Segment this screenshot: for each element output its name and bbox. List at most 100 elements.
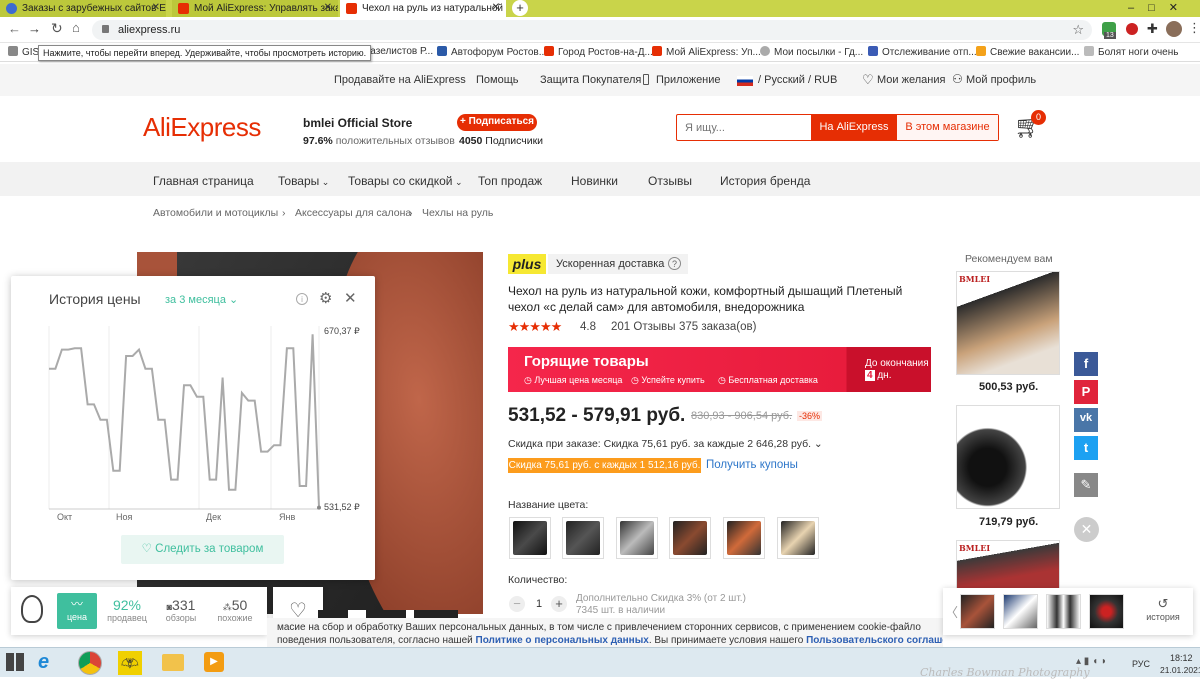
close-icon[interactable]: ✕	[344, 289, 357, 307]
tab-discounts[interactable]: Товары со скидкой ⌄	[348, 174, 463, 188]
ie-icon[interactable]: e	[38, 651, 49, 674]
pinterest-share-icon[interactable]: P	[1074, 380, 1098, 404]
window-controls[interactable]: –□✕	[1128, 1, 1192, 14]
twitter-share-icon[interactable]: t	[1074, 436, 1098, 460]
recommended-item-image[interactable]: BMLEI	[956, 271, 1060, 375]
color-swatch[interactable]	[616, 517, 658, 559]
terms-link[interactable]: Пользовательского соглашения	[806, 635, 943, 646]
tray-icons[interactable]: ▴ ▮ ◖ ◗	[1076, 656, 1107, 667]
forward-icon[interactable]: →	[28, 21, 41, 36]
order-discount[interactable]: Скидка при заказе: Скидка 75,61 руб. за …	[508, 438, 823, 450]
quantity-value[interactable]: 1	[536, 598, 542, 610]
chrome-icon[interactable]	[78, 651, 102, 675]
color-swatch[interactable]	[669, 517, 711, 559]
browser-tab-my-aliexpress[interactable]: Мой AliExpress: Управлять зака ✕	[172, 0, 338, 17]
bookmark-item[interactable]: Мои посылки - Гд...	[760, 46, 863, 58]
vk-share-icon[interactable]: vk	[1074, 408, 1098, 432]
menu-dots-icon[interactable]: ⋮	[1188, 20, 1200, 36]
recommended-item-image[interactable]	[956, 405, 1060, 509]
language-indicator[interactable]: РУС	[1132, 659, 1150, 669]
extensions-puzzle-icon[interactable]: ✚	[1147, 21, 1158, 37]
color-swatch[interactable]	[723, 517, 765, 559]
start-windows-icon[interactable]	[6, 653, 24, 671]
tab-top-sales[interactable]: Топ продаж	[478, 174, 542, 188]
privacy-policy-link[interactable]: Политике о персональных данных	[476, 635, 649, 646]
sell-link[interactable]: Продавайте на AliExpress	[334, 74, 466, 86]
tab-new[interactable]: Новинки	[571, 174, 618, 188]
close-tab-icon[interactable]: ✕	[152, 2, 160, 13]
bookmark-item[interactable]: Автофорум Ростов...	[437, 46, 547, 58]
bookmark-item[interactable]: Мой AliExpress: Уп...	[652, 46, 761, 58]
extension-icon[interactable]	[1126, 23, 1138, 35]
period-selector[interactable]: за 3 месяца ⌄	[165, 293, 238, 306]
aliexpress-logo[interactable]: AliExpress	[143, 112, 261, 143]
hot-feature: ◷ Бесплатная доставка	[718, 375, 818, 385]
clock-date[interactable]: 21.01.2021	[1160, 665, 1200, 675]
bookmark-item[interactable]: Свежие вакансии...	[976, 46, 1079, 58]
bookmark-item[interactable]: Город Ростов-на-Д...	[544, 46, 653, 58]
search-aliexpress-button[interactable]: На AliExpress	[811, 115, 897, 140]
color-swatch[interactable]	[777, 517, 819, 559]
gear-icon[interactable]: ⚙	[319, 289, 332, 307]
recommended-item-image[interactable]: BMLEI	[956, 540, 1060, 590]
bookmark-item[interactable]: Болят ноги очень	[1084, 46, 1178, 58]
help-link[interactable]: Помощь	[476, 74, 519, 86]
clock-time[interactable]: 18:12	[1170, 653, 1193, 663]
chevron-left-icon[interactable]: 〈	[945, 602, 958, 621]
bookmark-item[interactable]: Отслеживание отп...	[868, 46, 977, 58]
price-tab[interactable]: 〰 цена	[57, 593, 97, 629]
lightbulb-icon[interactable]	[21, 595, 43, 623]
batman-icon[interactable]: 🦇︎	[118, 651, 142, 675]
quantity-decrease-button[interactable]: −	[509, 596, 525, 612]
new-tab-button[interactable]: +	[512, 0, 528, 16]
seller-stat[interactable]: 92% продавец	[105, 597, 149, 623]
follow-button[interactable]: ♡ Следить за товаром	[121, 535, 284, 564]
history-button[interactable]: ↺ история	[1139, 596, 1187, 622]
breadcrumb-item[interactable]: Аксессуары для салона	[295, 207, 411, 219]
folder-icon[interactable]	[162, 654, 184, 671]
history-item[interactable]	[1046, 594, 1081, 629]
profile-link[interactable]: Мой профиль	[966, 74, 1036, 86]
wishlist-link[interactable]: Мои желания	[877, 74, 945, 86]
store-name[interactable]: bmlei Official Store	[303, 116, 412, 130]
history-item[interactable]	[1003, 594, 1038, 629]
quantity-increase-button[interactable]: +	[551, 596, 567, 612]
info-icon[interactable]: i	[296, 293, 308, 305]
back-icon[interactable]: ←	[8, 21, 21, 36]
reviews-count[interactable]: 201 Отзывы	[611, 321, 676, 333]
edit-share-icon[interactable]: ✎	[1074, 473, 1098, 497]
help-icon[interactable]: ?	[668, 257, 681, 270]
close-tab-icon[interactable]: ✕	[492, 2, 500, 13]
reviews-stat[interactable]: ◙331 обзоры	[157, 597, 205, 623]
media-player-icon[interactable]: ▶	[204, 652, 224, 672]
breadcrumb-item[interactable]: Автомобили и мотоциклы	[153, 207, 278, 219]
home-icon[interactable]: ⌂	[72, 20, 80, 35]
tab-products[interactable]: Товары ⌄	[278, 174, 329, 188]
close-icon[interactable]: ✕	[1074, 517, 1099, 542]
search-store-button[interactable]: В этом магазине	[897, 115, 998, 140]
address-bar[interactable]: aliexpress.ru ☆	[92, 20, 1092, 40]
bookmark-item[interactable]: GIS	[8, 46, 39, 58]
history-item[interactable]	[1089, 594, 1124, 629]
subscribe-button[interactable]: + Подписаться	[457, 114, 537, 131]
close-tab-icon[interactable]: ✕	[324, 2, 332, 13]
browser-tab-product[interactable]: Чехол на руль из натуральной ✕	[340, 0, 506, 17]
reload-icon[interactable]: ↻	[51, 20, 63, 37]
buyer-protection-link[interactable]: Защита Покупателя	[540, 74, 641, 86]
tab-reviews[interactable]: Отзывы	[648, 174, 692, 188]
get-coupons-link[interactable]: Получить купоны	[706, 459, 798, 471]
tab-brand-history[interactable]: История бренда	[720, 174, 810, 188]
color-swatch[interactable]	[562, 517, 604, 559]
color-swatch[interactable]	[509, 517, 551, 559]
avatar[interactable]	[1166, 21, 1182, 37]
history-item[interactable]	[960, 594, 995, 629]
similar-stat[interactable]: ⁂50 похожие	[211, 597, 259, 623]
bookmark-star-icon[interactable]: ☆	[1072, 22, 1084, 38]
browser-tab-orders[interactable]: Заказы с зарубежных сайтов Ei ✕	[0, 0, 166, 17]
tab-home[interactable]: Главная страница	[153, 174, 254, 188]
breadcrumb-item[interactable]: Чехлы на руль	[422, 207, 493, 219]
search-input[interactable]	[677, 115, 810, 140]
app-link[interactable]: Приложение	[656, 74, 721, 86]
facebook-share-icon[interactable]: f	[1074, 352, 1098, 376]
language-selector[interactable]: / Русский / RUB	[758, 74, 837, 86]
